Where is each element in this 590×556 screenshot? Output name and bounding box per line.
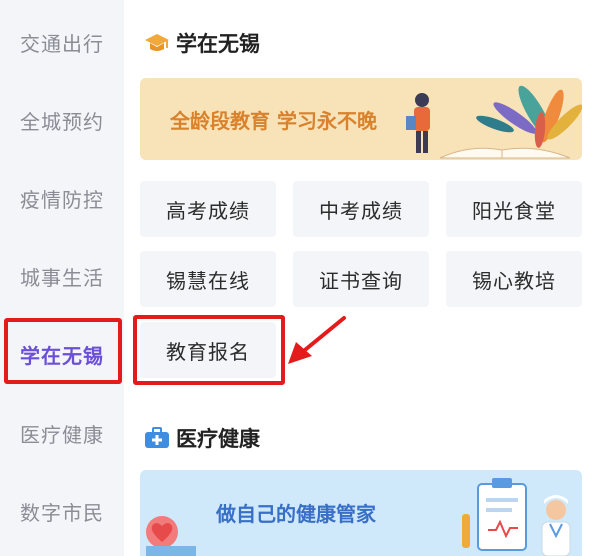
sidebar-item-booking[interactable]: 全城预约 [0,90,124,150]
tile-label: 证书查询 [319,268,403,293]
category-sidebar: 交通出行 全城预约 疫情防控 城事生活 学在无锡 医疗健康 数字市民 [0,0,124,556]
health-banner-text: 做自己的健康管家 [216,502,376,526]
sidebar-item-health[interactable]: 医疗健康 [0,403,124,463]
education-banner[interactable]: 全龄段教育 学习永不晚 [140,78,582,160]
tile-label: 高考成绩 [166,198,250,223]
sidebar-item-epidemic[interactable]: 疫情防控 [0,168,124,228]
sidebar-item-label: 医疗健康 [20,422,104,447]
sidebar-item-label: 全城预约 [20,109,104,134]
sidebar-item-city-life[interactable]: 城事生活 [0,246,124,306]
graduation-cap-icon [144,32,170,54]
sidebar-item-label: 疫情防控 [20,187,104,212]
tile-xixin-training[interactable]: 锡心教培 [446,251,582,307]
section-title-text: 学在无锡 [176,32,260,56]
tile-label: 阳光食堂 [472,198,556,223]
pointer-arrow-icon [288,316,346,364]
tile-sunshine-canteen[interactable]: 阳光食堂 [446,181,582,237]
tile-label: 锡慧在线 [166,268,250,293]
sidebar-item-label: 城事生活 [20,265,104,290]
sidebar-item-label: 数字市民 [20,500,104,525]
sidebar-highlight-box [4,318,122,384]
tile-gaokao-score[interactable]: 高考成绩 [140,181,276,237]
tile-certificate-query[interactable]: 证书查询 [293,251,429,307]
section-title-text: 医疗健康 [176,427,260,451]
health-banner[interactable]: 做自己的健康管家 [140,470,582,556]
sidebar-item-transport[interactable]: 交通出行 [0,12,124,72]
education-banner-text: 全龄段教育 学习永不晚 [170,109,377,133]
sidebar-item-citizen[interactable]: 数字市民 [0,481,124,541]
tile-xihui-online[interactable]: 锡慧在线 [140,251,276,307]
tile-label: 中考成绩 [319,198,403,223]
sidebar-item-label: 交通出行 [20,31,104,56]
medical-kit-icon [144,427,170,449]
health-section-title: 医疗健康 [144,423,260,453]
enrollment-highlight-box [133,315,285,385]
tile-zhongkao-score[interactable]: 中考成绩 [293,181,429,237]
tile-label: 锡心教培 [472,268,556,293]
education-section-title: 学在无锡 [144,28,260,58]
